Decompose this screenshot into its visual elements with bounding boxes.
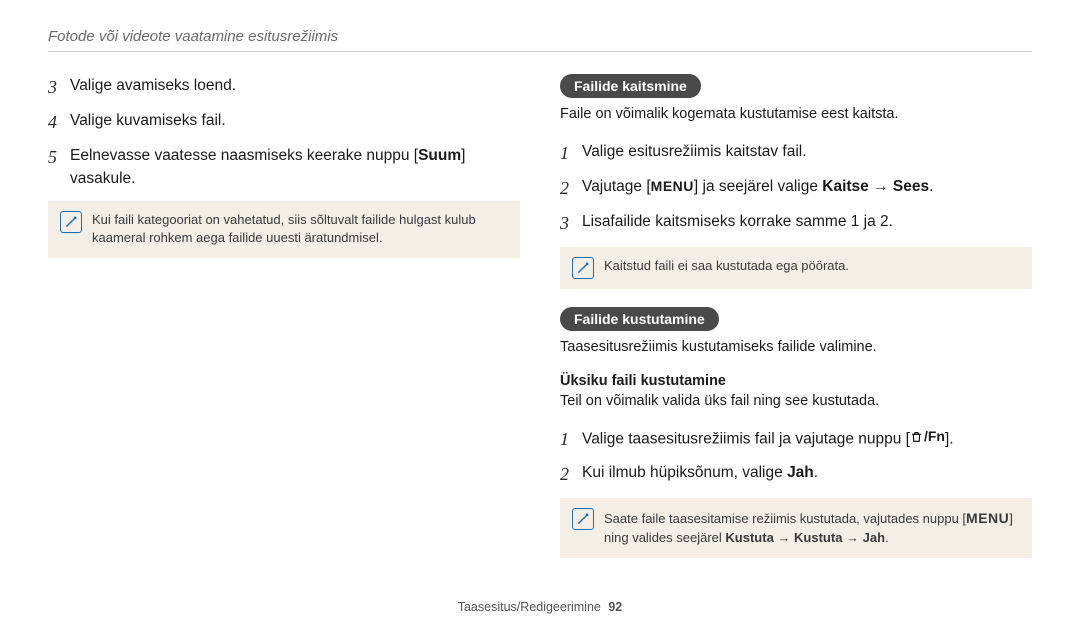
t-bold: Kustuta xyxy=(794,530,842,545)
t: Vajutage [ xyxy=(582,178,651,195)
step-number: 1 xyxy=(560,426,582,453)
t-bold: Sees xyxy=(893,178,929,195)
footer-section: Taasesitus/Redigeerimine xyxy=(458,600,601,614)
step-number: 4 xyxy=(48,109,70,136)
menu-label: MENU xyxy=(651,178,694,194)
step-text: Kui ilmub hüpiksõnum, valige Jah. xyxy=(582,461,1032,488)
delete-step-2: 2 Kui ilmub hüpiksõnum, valige Jah. xyxy=(560,461,1032,488)
page-footer: Taasesitus/Redigeerimine 92 xyxy=(0,600,1080,614)
protect-step-3: 3 Lisafailide kaitsmiseks korrake samme … xyxy=(560,210,1032,237)
t: . xyxy=(814,464,818,481)
protect-intro: Faile on võimalik kogemata kustutamise e… xyxy=(560,104,1032,126)
t: ]. xyxy=(945,431,954,448)
note-box: Saate faile taasesitamise režiimis kustu… xyxy=(560,498,1032,558)
delete-step-1: 1 Valige taasesitusrežiimis fail ja vaju… xyxy=(560,426,1032,453)
section-title-protect: Failide kaitsmine xyxy=(560,74,701,98)
note-box: Kaitstud faili ei saa kustutada ega pöör… xyxy=(560,247,1032,289)
t: Saate faile taasesitamise režiimis kustu… xyxy=(604,511,966,526)
trash-icon xyxy=(910,430,923,444)
delete-intro: Taasesitusrežiimis kustutamiseks failide… xyxy=(560,337,1032,359)
step-4: 4 Valige kuvamiseks fail. xyxy=(48,109,520,136)
content-columns: 3 Valige avamiseks loend. 4 Valige kuvam… xyxy=(48,74,1032,576)
t-bold: Jah xyxy=(787,464,814,481)
step-3: 3 Valige avamiseks loend. xyxy=(48,74,520,101)
arrow-icon: → xyxy=(774,530,794,545)
note-box: Kui faili kategooriat on vahetatud, siis… xyxy=(48,201,520,259)
section-title-delete: Failide kustutamine xyxy=(560,307,719,331)
arrow-icon: → xyxy=(842,530,862,545)
menu-label: MENU xyxy=(966,510,1009,526)
section-delete: Failide kustutamine Taasesitusrežiimis k… xyxy=(560,307,1032,558)
info-icon xyxy=(60,211,82,233)
step-number: 3 xyxy=(48,74,70,101)
protect-step-1: 1 Valige esitusrežiimis kaitstav fail. xyxy=(560,140,1032,167)
note-text: Kaitstud faili ei saa kustutada ega pöör… xyxy=(604,257,849,279)
delete-single-title: Üksiku faili kustutamine xyxy=(560,373,1032,389)
section-protect: Failide kaitsmine Faile on võimalik koge… xyxy=(560,74,1032,289)
note-text: Kui faili kategooriat on vahetatud, siis… xyxy=(92,211,508,249)
step-text: Valige avamiseks loend. xyxy=(70,74,520,101)
trash-fn-button: /Fn xyxy=(910,426,945,447)
step-5: 5 Eelnevasse vaatesse naasmiseks keerake… xyxy=(48,144,520,191)
t: ] ja seejärel valige xyxy=(694,178,822,195)
fn-label: /Fn xyxy=(924,426,945,447)
arrow-icon: → xyxy=(869,178,893,195)
t: Kui ilmub hüpiksõnum, valige xyxy=(582,464,787,481)
step-text: Eelnevasse vaatesse naasmiseks keerake n… xyxy=(70,144,520,191)
t-bold: Kaitse xyxy=(822,178,869,195)
t-bold: Kustuta xyxy=(725,530,773,545)
t: . xyxy=(885,530,889,545)
note-text: Saate faile taasesitamise režiimis kustu… xyxy=(604,508,1020,548)
step-text-prefix: Eelnevasse vaatesse naasmiseks keerake n… xyxy=(70,147,418,164)
step-number: 3 xyxy=(560,210,582,237)
page-number: 92 xyxy=(608,600,622,614)
info-icon xyxy=(572,508,594,530)
left-column: 3 Valige avamiseks loend. 4 Valige kuvam… xyxy=(48,74,520,576)
step-text: Valige taasesitusrežiimis fail ja vajuta… xyxy=(582,426,1032,453)
step-text: Lisafailide kaitsmiseks korrake samme 1 … xyxy=(582,210,1032,237)
t: . xyxy=(929,178,933,195)
step-text: Vajutage [MENU] ja seejärel valige Kaits… xyxy=(582,175,1032,202)
step-number: 2 xyxy=(560,175,582,202)
page-header: Fotode või videote vaatamine esitusrežii… xyxy=(48,28,1032,52)
t-bold: Jah xyxy=(863,530,885,545)
step-text: Valige esitusrežiimis kaitstav fail. xyxy=(582,140,1032,167)
delete-single-intro: Teil on võimalik valida üks fail ning se… xyxy=(560,391,1032,413)
step-number: 5 xyxy=(48,144,70,191)
right-column: Failide kaitsmine Faile on võimalik koge… xyxy=(560,74,1032,576)
step-number: 1 xyxy=(560,140,582,167)
protect-step-2: 2 Vajutage [MENU] ja seejärel valige Kai… xyxy=(560,175,1032,202)
t: Valige taasesitusrežiimis fail ja vajuta… xyxy=(582,431,910,448)
info-icon xyxy=(572,257,594,279)
step-text: Valige kuvamiseks fail. xyxy=(70,109,520,136)
step-text-bold: Suum xyxy=(418,147,461,164)
step-number: 2 xyxy=(560,461,582,488)
